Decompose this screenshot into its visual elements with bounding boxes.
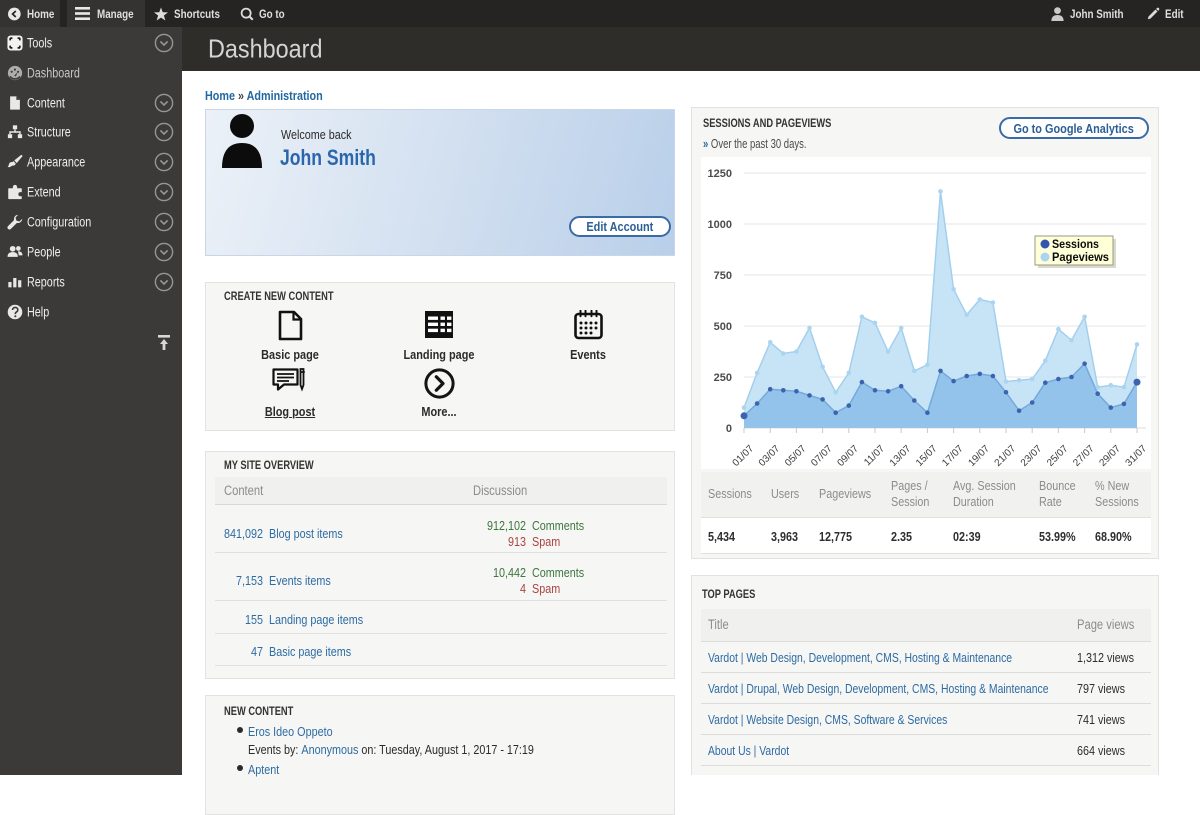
svg-text:Pageviews: Pageviews	[1052, 250, 1109, 264]
svg-text:19/07: 19/07	[966, 443, 992, 469]
svg-text:09/07: 09/07	[835, 443, 861, 469]
svg-text:750: 750	[714, 270, 732, 282]
svg-text:500: 500	[714, 321, 732, 333]
svg-text:31/07: 31/07	[1124, 443, 1150, 469]
svg-text:27/07: 27/07	[1071, 443, 1097, 469]
svg-text:05/07: 05/07	[783, 443, 809, 469]
svg-text:29/07: 29/07	[1097, 443, 1123, 469]
svg-text:25/07: 25/07	[1045, 443, 1071, 469]
svg-text:01/07: 01/07	[731, 443, 757, 469]
svg-text:21/07: 21/07	[993, 443, 1019, 469]
svg-text:13/07: 13/07	[888, 443, 914, 469]
svg-text:03/07: 03/07	[757, 443, 783, 469]
svg-text:Sessions: Sessions	[1052, 237, 1099, 251]
svg-text:23/07: 23/07	[1019, 443, 1045, 469]
svg-text:11/07: 11/07	[862, 443, 887, 468]
svg-text:0: 0	[726, 423, 732, 435]
svg-text:250: 250	[714, 372, 732, 384]
svg-text:07/07: 07/07	[809, 443, 835, 469]
svg-text:17/07: 17/07	[940, 443, 966, 469]
svg-text:15/07: 15/07	[914, 443, 940, 469]
svg-text:1250: 1250	[708, 168, 732, 180]
svg-text:1000: 1000	[708, 219, 732, 231]
